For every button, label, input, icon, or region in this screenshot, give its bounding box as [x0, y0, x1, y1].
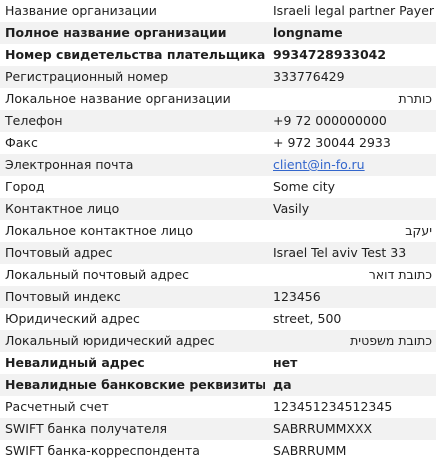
- detail-row: Юридический адрес street, 500: [0, 308, 436, 330]
- detail-value: 123451234512345: [273, 399, 393, 414]
- detail-value: 9934728933042: [273, 47, 387, 62]
- detail-row: Регистрационный номер 333776429: [0, 66, 436, 88]
- detail-label: Полное название организации: [5, 25, 227, 40]
- detail-label: Юридический адрес: [5, 311, 140, 326]
- detail-label: Невалидный адрес: [5, 355, 145, 370]
- detail-row: Расчетный счет 123451234512345: [0, 396, 436, 418]
- detail-label: Регистрационный номер: [5, 69, 169, 84]
- details-rows: Название организации Israeli legal partne…: [0, 0, 436, 462]
- detail-value: Israeli legal partner Payer: [273, 3, 435, 18]
- detail-label: SWIFT банка получателя: [5, 421, 168, 436]
- detail-row: Факс + 972 30044 2933: [0, 132, 436, 154]
- detail-label: Локальный почтовый адрес: [5, 267, 190, 282]
- detail-row: Полное название организации longname: [0, 22, 436, 44]
- detail-value: Israel Tel aviv Test 33: [273, 245, 407, 260]
- detail-value: SABRRUMM: [273, 443, 347, 458]
- detail-value: + 972 30044 2933: [273, 135, 391, 150]
- detail-label: Телефон: [5, 113, 63, 128]
- detail-value: нет: [273, 355, 298, 370]
- detail-value: street, 500: [273, 311, 342, 326]
- detail-row: Город Some city: [0, 176, 436, 198]
- detail-label: Город: [5, 179, 45, 194]
- detail-row: Почтовый адрес Israel Tel aviv Test 33: [0, 242, 436, 264]
- detail-row: Невалидные банковские реквизиты да: [0, 374, 436, 396]
- detail-value: Vasily: [273, 201, 310, 216]
- detail-value: כתובת משפטית: [350, 333, 432, 348]
- detail-label: Почтовый индекс: [5, 289, 121, 304]
- detail-value: 333776429: [273, 69, 345, 84]
- detail-label: Почтовый адрес: [5, 245, 113, 260]
- detail-row: Название организации Israeli legal partne…: [0, 0, 436, 22]
- detail-value: SABRRUMMXXX: [273, 421, 373, 436]
- detail-label: Локальный юридический адрес: [5, 333, 215, 348]
- detail-label: Невалидные банковские реквизиты: [5, 377, 265, 392]
- detail-row: Невалидный адрес нет: [0, 352, 436, 374]
- detail-label: Название организации: [5, 3, 157, 18]
- detail-row: Локальный почтовый адрес כתובת דואר: [0, 264, 436, 286]
- detail-value: client@in-fo.ru: [265, 154, 436, 176]
- detail-row: SWIFT банка-корреспондента SABRRUMM: [0, 440, 436, 462]
- detail-label: Контактное лицо: [5, 201, 120, 216]
- detail-row: SWIFT банка получателя SABRRUMMXXX: [0, 418, 436, 440]
- detail-label: Расчетный счет: [5, 399, 109, 414]
- detail-value: כתובת דואר: [368, 267, 432, 282]
- detail-row: Электронная почта client@in-fo.ru: [0, 154, 436, 176]
- detail-value: +9 72 000000000: [273, 113, 387, 128]
- detail-value: כותרת: [398, 91, 432, 106]
- detail-value: יעקב: [405, 223, 432, 238]
- detail-label: SWIFT банка-корреспондента: [5, 443, 200, 458]
- organization-details-table: Название организации Israeli legal partne…: [0, 0, 436, 462]
- detail-value: Some city: [273, 179, 336, 194]
- detail-row: Контактное лицо Vasily: [0, 198, 436, 220]
- detail-value: 123456: [273, 289, 321, 304]
- detail-label: Локальное название организации: [5, 91, 231, 106]
- detail-row: Локальное название организации כותרת: [0, 88, 436, 110]
- email-link[interactable]: client@in-fo.ru: [273, 157, 365, 172]
- detail-label: Номер свидетельства плательщика НДС: [5, 47, 265, 62]
- detail-value: да: [273, 377, 292, 392]
- detail-row: Телефон +9 72 000000000: [0, 110, 436, 132]
- detail-row: Почтовый индекс 123456: [0, 286, 436, 308]
- detail-row: Локальный юридический адрес כתובת משפטית: [0, 330, 436, 352]
- detail-label: Локальное контактное лицо: [5, 223, 193, 238]
- detail-row: Локальное контактное лицо יעקב: [0, 220, 436, 242]
- detail-value: longname: [273, 25, 343, 40]
- detail-label: Факс: [5, 135, 38, 150]
- detail-label: Электронная почта: [5, 157, 134, 172]
- detail-row: Номер свидетельства плательщика НДС 99347…: [0, 44, 436, 66]
